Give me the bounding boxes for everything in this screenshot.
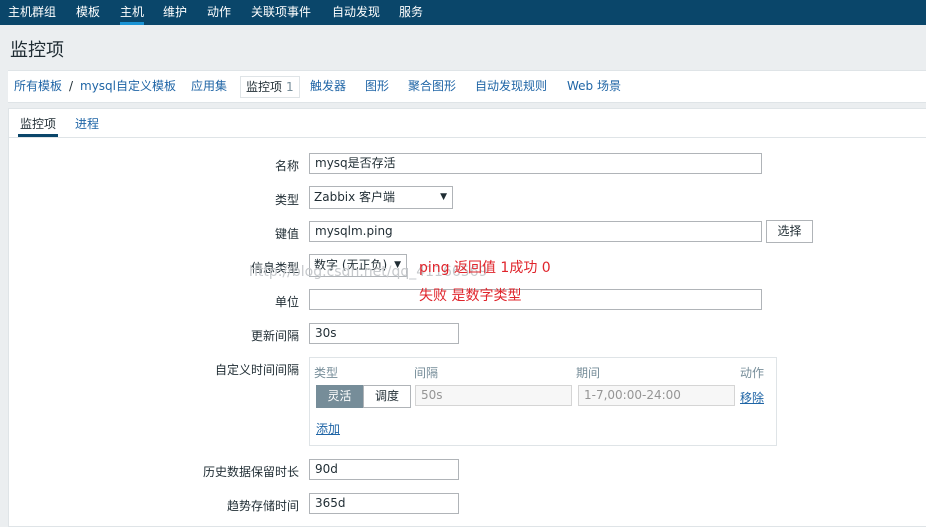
interval-label: 更新间隔 xyxy=(250,329,299,343)
scheduling-toggle[interactable]: 调度 xyxy=(363,385,411,408)
remove-link[interactable]: 移除 xyxy=(740,389,764,406)
breadcrumb-template[interactable]: mysql自定义模板 xyxy=(80,71,176,102)
custom-period-field[interactable]: 1-7,00:00-24:00 xyxy=(578,385,735,406)
name-field[interactable]: mysq是否存活 xyxy=(309,153,762,174)
units-field[interactable] xyxy=(309,289,762,310)
dropdown-arrow-icon: ▼ xyxy=(440,192,447,202)
type-label: 类型 xyxy=(274,193,299,207)
interval-field[interactable]: 30s xyxy=(309,323,459,344)
col-interval: 间隔 xyxy=(414,366,439,380)
tab-web-scenarios[interactable]: Web 场景 xyxy=(567,71,621,102)
breadcrumb: 所有模板 / mysql自定义模板 应用集 监控项 1 触发器 图形 聚合图形 自… xyxy=(8,70,926,103)
custom-intervals-label: 自定义时间间隔 xyxy=(214,363,299,377)
select-key-button[interactable]: 选择 xyxy=(766,220,813,243)
name-label: 名称 xyxy=(274,159,299,173)
units-label: 单位 xyxy=(274,295,299,309)
nav-templates[interactable]: 模板 xyxy=(76,0,100,25)
tab-items[interactable]: 监控项 1 xyxy=(240,76,300,98)
trends-field[interactable]: 365d xyxy=(309,493,459,514)
items-count: 1 xyxy=(286,80,294,94)
annotation-line-1: ping 返回值 1成功 0 xyxy=(419,260,551,276)
key-field[interactable]: mysqlm.ping xyxy=(309,221,762,242)
nav-maintenance[interactable]: 维护 xyxy=(163,0,187,25)
tab-applications[interactable]: 应用集 xyxy=(191,71,227,102)
breadcrumb-separator: / xyxy=(69,79,74,93)
tab-discovery-rules[interactable]: 自动发现规则 xyxy=(475,71,547,102)
col-type: 类型 xyxy=(314,366,339,380)
nav-correlation[interactable]: 关联项事件 xyxy=(251,0,311,25)
trends-label: 趋势存储时间 xyxy=(226,499,299,513)
history-label: 历史数据保留时长 xyxy=(202,465,299,479)
history-field[interactable]: 90d xyxy=(309,459,459,480)
add-interval-link[interactable]: 添加 xyxy=(316,420,340,437)
tab-graphs[interactable]: 图形 xyxy=(365,71,389,102)
tab-triggers[interactable]: 触发器 xyxy=(310,71,346,102)
tab-screens[interactable]: 聚合图形 xyxy=(408,71,456,102)
top-nav: 主机群组 模板 主机 维护 动作 关联项事件 自动发现 服务 xyxy=(0,0,926,25)
flexible-toggle[interactable]: 灵活 xyxy=(316,385,363,408)
nav-services[interactable]: 服务 xyxy=(399,0,423,25)
type-select[interactable]: Zabbix 客户端 ▼ xyxy=(309,186,453,209)
nav-host-groups[interactable]: 主机群组 xyxy=(8,0,56,25)
annotation-line-2: 失败 是数字类型 xyxy=(419,288,522,304)
tab-items-label: 监控项 xyxy=(246,80,283,94)
nav-discovery[interactable]: 自动发现 xyxy=(332,0,380,25)
breadcrumb-all-templates[interactable]: 所有模板 xyxy=(14,71,62,102)
nav-actions[interactable]: 动作 xyxy=(207,0,231,25)
key-label: 键值 xyxy=(274,227,299,241)
form-tabs: 监控项 进程 xyxy=(9,109,926,138)
col-period: 期间 xyxy=(576,366,601,380)
custom-interval-field[interactable]: 50s xyxy=(415,385,572,406)
custom-intervals-table: 类型 间隔 期间 动作 灵活 调度 50s 1-7,00:00-24:00 移除… xyxy=(309,357,777,446)
type-select-value: Zabbix 客户端 xyxy=(314,190,396,204)
tab-preprocessing[interactable]: 进程 xyxy=(75,114,99,134)
page-title: 监控项 xyxy=(10,40,64,61)
col-action: 动作 xyxy=(740,366,765,380)
item-form-panel: 监控项 进程 名称 mysq是否存活 类型 Zabbix 客户端 ▼ 键值 my… xyxy=(8,108,926,527)
nav-hosts[interactable]: 主机 xyxy=(120,0,145,25)
tab-item[interactable]: 监控项 xyxy=(18,114,59,137)
